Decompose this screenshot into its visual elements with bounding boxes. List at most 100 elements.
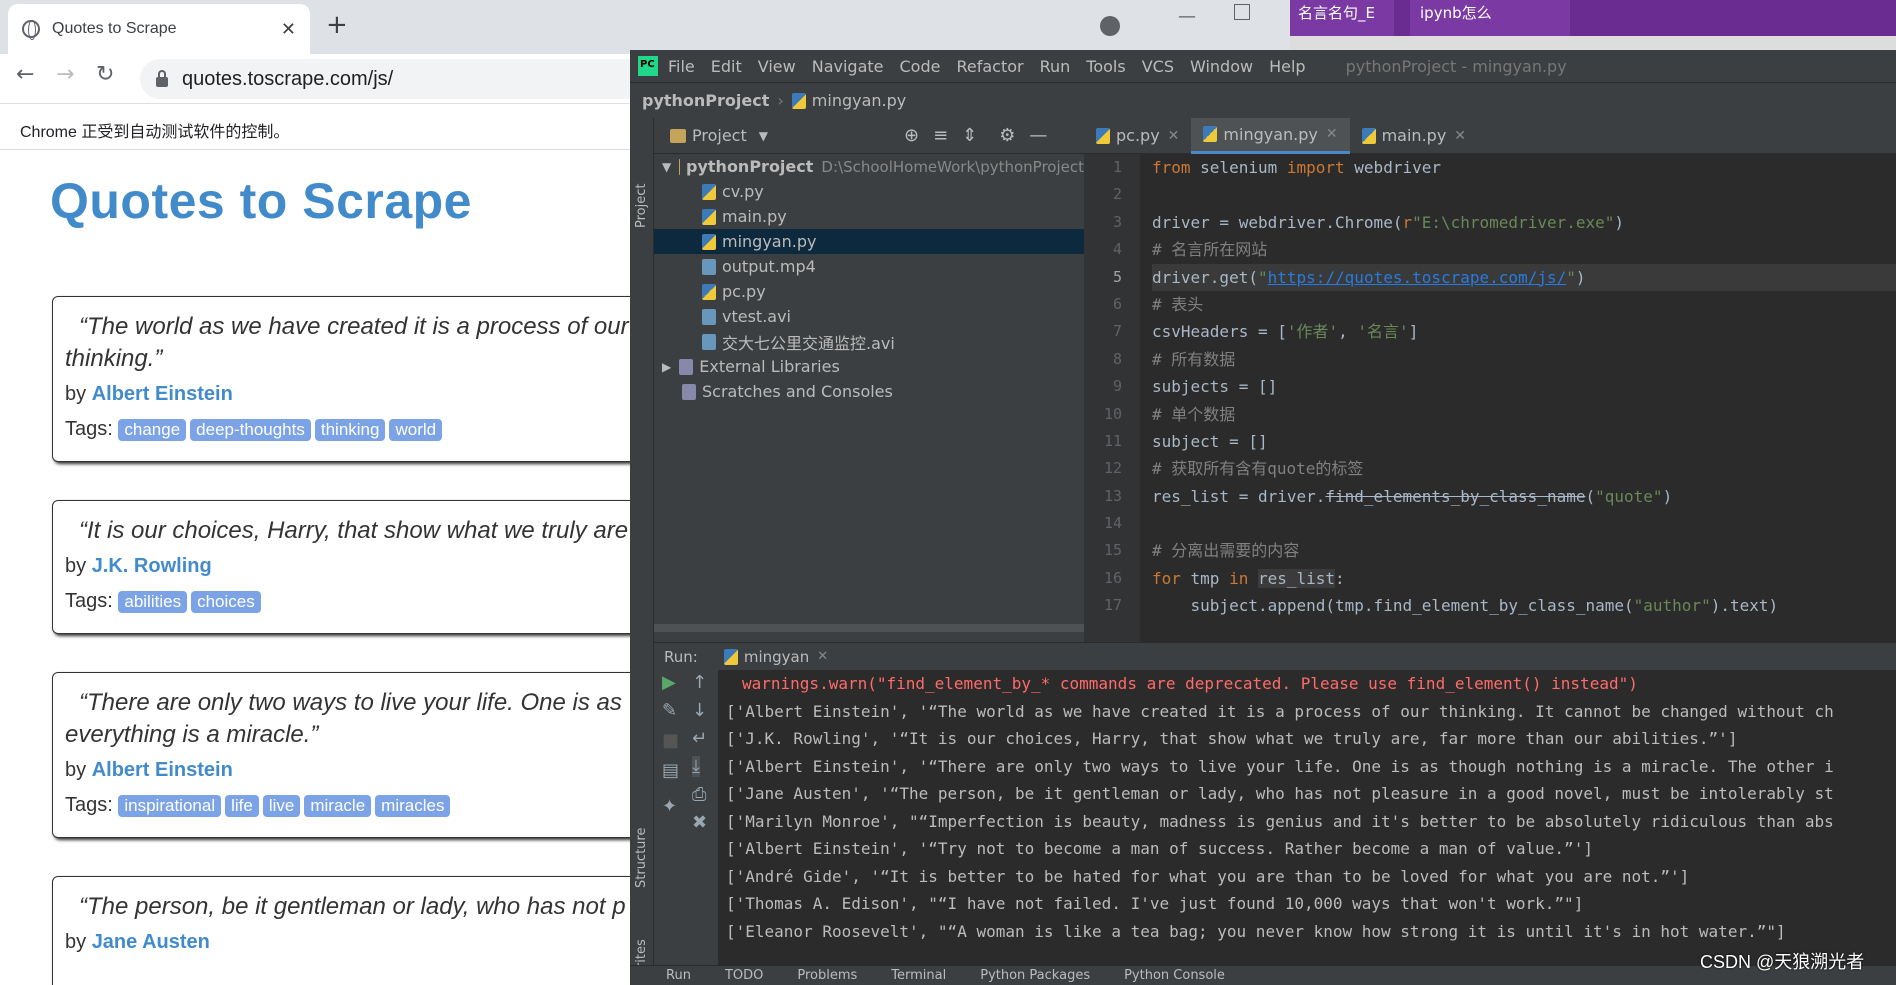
tag[interactable]: choices (191, 591, 261, 613)
tag[interactable]: thinking (314, 419, 386, 441)
tree-item-selected[interactable]: mingyan.py (654, 229, 1084, 254)
tree-item-external-libraries[interactable]: ▶ External Libraries (654, 354, 1084, 379)
menu-help[interactable]: Help (1269, 57, 1305, 76)
close-tab-icon[interactable]: ✕ (281, 19, 296, 40)
editor-tab-pc[interactable]: pc.py ✕ (1084, 118, 1191, 154)
trash-icon[interactable]: ✖ (692, 812, 707, 833)
by-label: by (65, 759, 87, 781)
video-file-icon (702, 333, 716, 350)
breadcrumb-project[interactable]: pythonProject (642, 91, 769, 110)
tag[interactable]: miracle (304, 795, 372, 817)
chrome-tab[interactable]: Quotes to Scrape ✕ (8, 4, 310, 54)
menu-view[interactable]: View (758, 57, 796, 76)
author-link[interactable]: Albert Einstein (92, 759, 233, 781)
tag[interactable]: live (262, 795, 301, 817)
minimize-icon[interactable]: — (1178, 6, 1196, 27)
editor-tab-main[interactable]: main.py ✕ (1350, 118, 1478, 154)
menu-edit[interactable]: Edit (711, 57, 742, 76)
close-icon[interactable]: ✕ (1326, 126, 1338, 142)
background-tab[interactable]: ipynb怎么 (1410, 0, 1570, 36)
problems-tool-button[interactable]: Problems (797, 968, 857, 983)
todo-tool-button[interactable]: TODO (725, 968, 763, 983)
tree-item-label: main.py (722, 207, 787, 226)
author-link[interactable]: Jane Austen (92, 931, 210, 953)
tags-label: Tags: (65, 794, 113, 816)
chevron-down-icon[interactable]: ▼ (759, 129, 768, 143)
menu-code[interactable]: Code (900, 57, 941, 76)
tag[interactable]: inspirational (118, 795, 222, 817)
tag[interactable]: deep-thoughts (190, 419, 311, 441)
wrench-icon[interactable]: ✎ (662, 700, 677, 721)
line-number: 12 (1103, 459, 1122, 478)
run-console-output[interactable]: warnings.warn("find_element_by_* command… (718, 670, 1896, 965)
tag[interactable]: abilities (118, 591, 188, 613)
tree-item[interactable]: vtest.avi (654, 304, 1084, 329)
reload-icon[interactable]: ↻ (96, 62, 114, 87)
menu-navigate[interactable]: Navigate (812, 57, 884, 76)
tree-item[interactable]: cv.py (654, 179, 1084, 204)
menu-run[interactable]: Run (1040, 57, 1071, 76)
locate-icon[interactable]: ⊕ (904, 125, 919, 146)
run-tab[interactable]: mingyan (744, 648, 809, 666)
tag[interactable]: world (389, 419, 443, 441)
tree-item-project-root[interactable]: ▼ pythonProject D:\SchoolHomeWork\python… (654, 154, 1084, 179)
stop-icon[interactable]: ■ (662, 730, 679, 751)
menu-window[interactable]: Window (1190, 57, 1253, 76)
project-view-select[interactable]: Project (692, 126, 747, 145)
python-console-tool-button[interactable]: Python Console (1124, 968, 1225, 983)
layout-icon[interactable]: ▤ (662, 760, 679, 781)
maximize-icon[interactable] (1234, 4, 1250, 20)
chevron-right-icon[interactable]: ▶ (662, 360, 671, 374)
library-icon (679, 358, 694, 375)
scroll-to-end-icon[interactable]: ⤓ (692, 756, 700, 777)
collapse-all-icon[interactable]: ⇕ (962, 125, 977, 146)
tree-item[interactable]: 交大七公里交通监控.avi (654, 329, 1084, 354)
chevron-down-icon[interactable]: ▼ (662, 160, 671, 174)
python-packages-tool-button[interactable]: Python Packages (980, 968, 1090, 983)
close-icon[interactable]: ✕ (1454, 128, 1466, 144)
pin-icon[interactable]: ✦ (662, 796, 677, 817)
line-number: 14 (1103, 514, 1122, 533)
tag[interactable]: miracles (375, 795, 451, 817)
rerun-icon[interactable]: ▶ (662, 672, 676, 693)
profile-icon[interactable] (1100, 16, 1120, 36)
print-icon[interactable]: ⎙ (692, 784, 706, 805)
editor-tab-mingyan[interactable]: mingyan.py ✕ (1191, 117, 1350, 154)
close-icon[interactable]: ✕ (817, 649, 828, 664)
back-icon[interactable]: ← (16, 62, 34, 87)
author-link[interactable]: J.K. Rowling (92, 555, 212, 577)
tree-item[interactable]: output.mp4 (654, 254, 1084, 279)
breadcrumb-file[interactable]: mingyan.py (812, 91, 906, 110)
tag[interactable]: change (118, 419, 187, 441)
down-arrow-icon[interactable]: ↓ (692, 700, 707, 721)
tag[interactable]: life (225, 795, 259, 817)
run-tool-button[interactable]: Run (666, 968, 691, 983)
tree-item[interactable]: pc.py (654, 279, 1084, 304)
structure-tool-button[interactable]: Structure (634, 828, 649, 888)
menu-tools[interactable]: Tools (1086, 57, 1125, 76)
tree-item-scratches[interactable]: Scratches and Consoles (654, 379, 1084, 404)
close-icon[interactable]: ✕ (1168, 128, 1180, 144)
hide-icon[interactable]: — (1029, 125, 1047, 146)
new-tab-icon[interactable]: + (326, 10, 348, 40)
soft-wrap-icon[interactable]: ↵ (692, 728, 707, 749)
background-tab[interactable]: 名言名句_E (1290, 0, 1394, 36)
horizontal-scrollbar[interactable] (654, 624, 1084, 632)
gear-icon[interactable]: ⚙ (999, 125, 1015, 146)
code-editor[interactable]: from selenium import webdriver driver = … (1140, 154, 1896, 674)
site-title[interactable]: Quotes to Scrape (50, 172, 472, 230)
forward-icon[interactable]: → (56, 62, 74, 87)
expand-all-icon[interactable]: ≡ (933, 125, 948, 146)
background-toolbar (1290, 36, 1896, 50)
menu-file[interactable]: File (668, 57, 695, 76)
menu-vcs[interactable]: VCS (1142, 57, 1174, 76)
up-arrow-icon[interactable]: ↑ (692, 672, 707, 693)
menu-refactor[interactable]: Refactor (956, 57, 1023, 76)
project-tool-button[interactable]: Project (634, 184, 649, 228)
code-line: # 分离出需要的内容 (1152, 541, 1300, 561)
author-link[interactable]: Albert Einstein (92, 383, 233, 405)
scratches-icon (682, 383, 696, 400)
line-number: 8 (1112, 349, 1122, 368)
tree-item[interactable]: main.py (654, 204, 1084, 229)
terminal-tool-button[interactable]: Terminal (891, 968, 946, 983)
